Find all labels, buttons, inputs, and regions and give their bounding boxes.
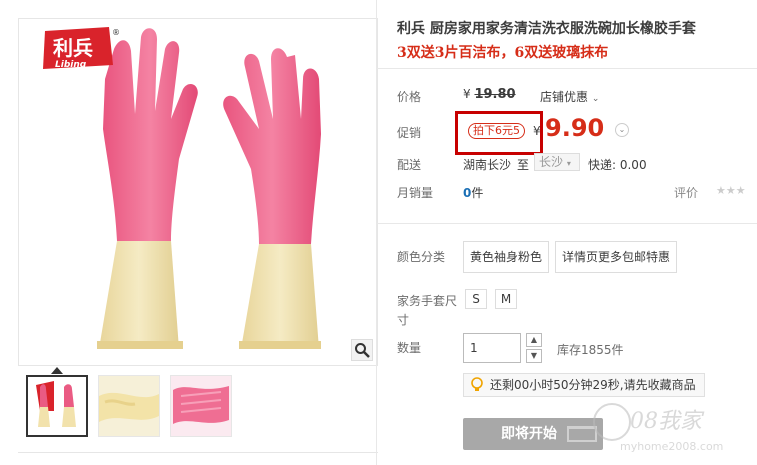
brand-logo-sub: Libing (55, 60, 87, 70)
chevron-down-icon: ▾ (566, 159, 571, 168)
ship-destination-value: 长沙 (539, 155, 564, 169)
main-product-image[interactable]: 利兵 Libing ® (18, 18, 378, 366)
zoom-icon[interactable] (351, 339, 373, 361)
quantity-input[interactable]: 1 (463, 333, 521, 363)
registered-mark: ® (112, 28, 120, 37)
monthly-sales: 0件 (463, 184, 483, 201)
rating-label[interactable]: 评价 (674, 184, 698, 201)
size-option-s[interactable]: S (465, 289, 487, 309)
product-subtitle: 3双送3片百洁布，6双送玻璃抹布 (397, 45, 609, 61)
shop-promo-label: 店铺优惠 (540, 90, 589, 104)
ship-destination-select[interactable]: 长沙 ▾ (534, 153, 580, 171)
quantity-label: 数量 (397, 341, 422, 355)
title-divider (377, 68, 757, 69)
thumb-active-arrow (51, 367, 63, 374)
stepper-up-icon[interactable]: ▲ (526, 333, 542, 347)
original-price-currency: ¥ (463, 87, 471, 101)
bulb-icon (471, 377, 483, 391)
promo-price: 9.90 (545, 114, 605, 142)
monthly-sales-unit: 件 (471, 186, 484, 200)
shop-promo-dropdown[interactable]: 店铺优惠 ⌄ (540, 88, 599, 105)
color-option-label: 颜色分类 (397, 250, 446, 264)
original-price-value: 19.80 (474, 87, 516, 102)
promo-price-currency: ¥ (533, 124, 541, 138)
size-option-label-cont: 寸 (397, 313, 410, 327)
color-option-2[interactable]: 详情页更多包邮特惠 (555, 241, 678, 273)
shipping-fee: 快递: 0.00 (588, 158, 647, 172)
size-option-label: 家务手套尺 (397, 294, 458, 308)
rating-stars: ★★★ (716, 184, 746, 197)
color-option-1[interactable]: 黄色袖身粉色 (463, 241, 550, 273)
chevron-down-icon: ⌄ (591, 94, 600, 104)
options-divider (377, 223, 757, 224)
countdown-notice: 还剩00小时50分钟29秒,请先收藏商品 (463, 373, 705, 397)
watermark-url: myhome2008.com (620, 440, 723, 453)
ship-from: 湖南长沙 (463, 158, 512, 172)
stock-count: 库存1855件 (557, 343, 624, 357)
monthly-sales-label: 月销量 (397, 186, 434, 200)
brand-logo: 利兵 Libing ® (39, 25, 121, 75)
product-gallery: 利兵 Libing ® (18, 18, 378, 465)
shipping-label: 配送 (397, 158, 422, 172)
price-label: 价格 (397, 90, 422, 104)
annotation-highlight-box (455, 111, 543, 155)
stepper-down-icon[interactable]: ▼ (526, 349, 542, 363)
original-price: ¥ 19.80 (463, 87, 516, 102)
column-divider (376, 0, 377, 465)
buy-button-label: 即将开始 (501, 426, 557, 442)
product-title: 利兵 厨房家用家务清洁洗衣服洗碗加长橡胶手套 (397, 21, 696, 37)
brand-logo-text: 利兵 (53, 36, 93, 60)
watermark-text: 08我家 (630, 409, 705, 434)
countdown-text: 还剩00小时50分钟29秒,请先收藏商品 (490, 378, 696, 392)
ship-to-word: 至 (517, 158, 530, 172)
thumbnail-1[interactable] (26, 375, 88, 437)
thumbnail-3[interactable] (170, 375, 232, 437)
thumbnail-strip (26, 375, 232, 437)
thumbnail-2[interactable] (98, 375, 160, 437)
size-option-m[interactable]: M (495, 289, 517, 309)
gallery-divider (18, 452, 378, 453)
promo-chevron-icon[interactable]: ⌄ (615, 123, 629, 137)
promo-label: 促销 (397, 126, 422, 140)
site-watermark: 08我家 myhome2008.com (580, 398, 750, 458)
